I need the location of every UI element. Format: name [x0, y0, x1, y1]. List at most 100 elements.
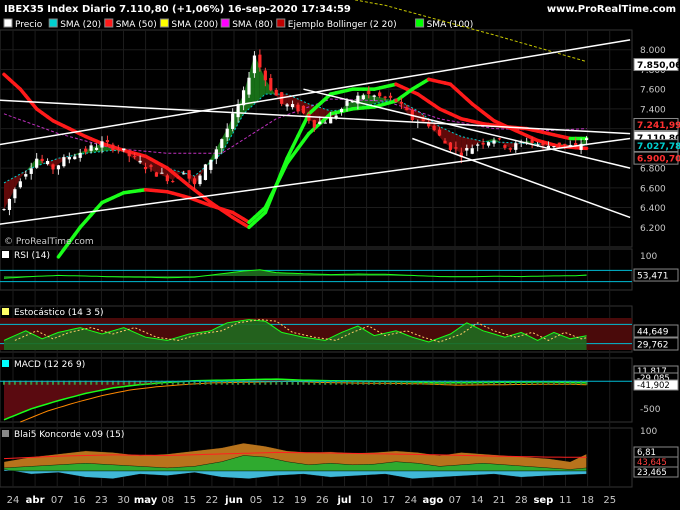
price-label: 7.850,06	[637, 61, 680, 71]
candle-up	[220, 139, 224, 149]
candle-down	[51, 164, 55, 170]
panel-title: Blai5 Koncorde v.09 (15)	[14, 430, 124, 440]
candle-up	[89, 145, 93, 151]
candle-up	[486, 142, 491, 146]
candle-up	[18, 181, 22, 188]
candle-down	[263, 70, 267, 81]
candle-down	[111, 144, 115, 151]
x-tick-label: 14	[471, 495, 484, 506]
candle-down	[448, 142, 453, 150]
candle-down	[388, 95, 393, 98]
candle-up	[56, 165, 61, 170]
x-tick-label: 15	[183, 495, 196, 506]
candle-up	[514, 143, 518, 150]
site-url: www.ProRealTime.com	[547, 4, 676, 15]
x-tick-label: 18	[581, 495, 594, 506]
candle-down	[503, 145, 507, 148]
koncorde-value: 23,465	[637, 468, 667, 478]
candle-down	[274, 89, 278, 96]
candle-up	[62, 157, 66, 167]
x-tick-label: 10	[360, 495, 373, 506]
x-tick-label: jul	[337, 495, 352, 506]
candle-down	[367, 90, 371, 95]
candle-up	[138, 160, 142, 163]
candle-up	[339, 108, 344, 113]
panel-swatch	[2, 251, 9, 258]
candle-up	[2, 209, 6, 211]
candle-up	[67, 157, 71, 160]
candle-down	[165, 175, 169, 182]
candle-down	[171, 181, 175, 183]
candle-down	[541, 142, 545, 145]
x-tick-label: 16	[73, 495, 86, 506]
candle-down	[508, 148, 512, 150]
candle-up	[247, 77, 251, 95]
legend-label: SMA (20)	[60, 20, 101, 30]
candle-down	[269, 78, 273, 91]
candle-down	[301, 105, 306, 114]
candle-down	[432, 125, 436, 131]
legend-swatch	[415, 18, 425, 28]
y-tick-label: 7.400	[640, 105, 666, 115]
candle-up	[492, 140, 496, 144]
legend-label: SMA (200)	[171, 20, 218, 30]
candle-up	[252, 55, 257, 74]
candle-down	[192, 178, 197, 184]
x-tick-label: 30	[117, 495, 130, 506]
legend-swatch	[48, 18, 58, 28]
panel-swatch	[2, 360, 9, 367]
candle-up	[345, 100, 349, 106]
stock-chart: IBEX35 Index Diario 7.110,80 (+1,06%) 16…	[0, 0, 680, 510]
candle-up	[45, 160, 50, 165]
y-tick-label: 6.600	[640, 184, 666, 194]
y-tick-label: -500	[640, 405, 661, 415]
candle-up	[29, 168, 33, 174]
candle-up	[318, 121, 322, 125]
x-tick-label: 08	[161, 495, 174, 506]
candle-up	[160, 172, 164, 174]
macd-value: -41,902	[637, 381, 670, 391]
chart-title: IBEX35 Index Diario 7.110,80 (+1,06%) 16…	[4, 4, 351, 15]
legend-swatch	[276, 18, 286, 28]
x-tick-label: 23	[95, 495, 108, 506]
candle-up	[470, 148, 474, 154]
rsi-value: 53,471	[637, 272, 669, 282]
y-tick-label: 6.800	[640, 165, 666, 175]
x-tick-label: 11	[559, 495, 572, 506]
y-tick-label: 8.000	[640, 46, 666, 56]
candle-down	[405, 107, 409, 110]
x-tick-label: 24	[7, 495, 20, 506]
candle-down	[394, 98, 398, 102]
candle-up	[552, 146, 556, 148]
candle-down	[105, 140, 110, 143]
bear-fill	[455, 134, 462, 154]
legend-label: SMA (100)	[427, 20, 474, 30]
y-tick-label: 100	[640, 252, 657, 262]
x-tick-label: 07	[449, 495, 462, 506]
candle-up	[203, 164, 208, 180]
candle-up	[241, 90, 246, 106]
legend-swatch	[220, 18, 230, 28]
panel-title: MACD (12 26 9)	[14, 360, 85, 370]
x-tick-label: abr	[26, 495, 45, 506]
y-tick-label: 100	[640, 427, 657, 437]
legend-swatch	[104, 18, 114, 28]
x-tick-label: 21	[493, 495, 506, 506]
x-tick-label: 28	[515, 495, 528, 506]
candle-down	[84, 148, 88, 152]
candle-up	[94, 147, 99, 150]
candle-down	[378, 92, 382, 97]
x-tick-label: 05	[250, 495, 263, 506]
legend-label: Ejemplo Bollinger (2 20)	[288, 20, 397, 30]
candle-down	[497, 138, 502, 140]
candle-up	[231, 113, 235, 129]
candle-down	[481, 142, 485, 145]
candle-down	[133, 156, 137, 158]
x-tick-label: 07	[51, 495, 64, 506]
candle-down	[557, 142, 561, 145]
price-label: 7.241,99	[637, 121, 680, 131]
panel-swatch	[2, 308, 9, 315]
x-tick-label: ago	[423, 495, 444, 506]
candle-up	[13, 189, 17, 199]
candle-down	[312, 120, 316, 128]
